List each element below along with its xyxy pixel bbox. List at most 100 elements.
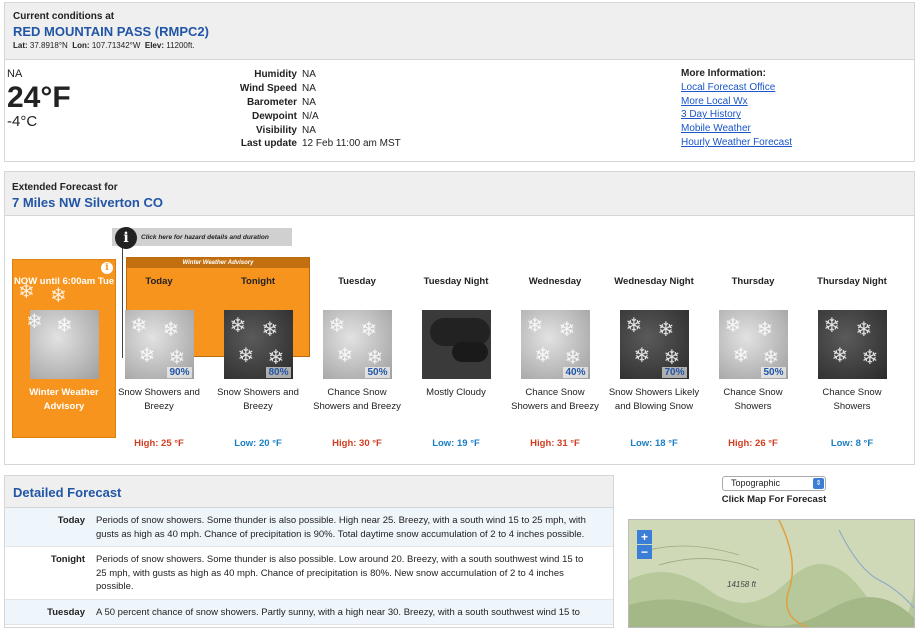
detail-row: Dewpoint N/A: [220, 109, 401, 123]
detail-row: Visibility NA: [220, 123, 401, 137]
more-info-link[interactable]: Hourly Weather Forecast: [681, 137, 792, 151]
current-conditions-header: Current conditions at RED MOUNTAIN PASS …: [5, 3, 914, 60]
hazard-details-label: Click here for hazard details and durati…: [141, 233, 269, 241]
forecast-period[interactable]: Today ❄ ❄ ❄ ❄ 90% Snow Showers and Breezy H…: [111, 276, 207, 449]
forecast-location: 7 Miles NW Silverton CO: [12, 195, 163, 210]
detailed-forecast-row: Tonight Periods of snow showers. Some thu…: [5, 547, 613, 600]
detail-value: NA: [302, 96, 316, 108]
precip-chance: 50%: [365, 367, 390, 378]
precip-chance: 90%: [167, 367, 192, 378]
detail-key: Last update: [240, 138, 297, 150]
detail-value: N/A: [302, 110, 319, 122]
snow-icon: ❄ ❄ ❄ ❄ 50%: [322, 310, 392, 379]
detailed-forecast-row: Today Periods of snow showers. Some thund…: [5, 508, 613, 547]
detail-row: Humidity NA: [220, 68, 401, 82]
more-info-link[interactable]: Mobile Weather: [681, 123, 792, 137]
detail-row: Barometer NA: [220, 96, 401, 110]
period-description: Snow Showers and Breezy: [217, 387, 299, 412]
forecast-period[interactable]: Thursday ❄ ❄ ❄ ❄ 50% Chance Snow Showers Hi…: [705, 276, 801, 449]
advisory-band-label: Winter Weather Advisory: [127, 258, 309, 268]
period-name: Tonight: [240, 276, 276, 287]
detailed-period-name: Tuesday: [47, 606, 85, 618]
period-description: Winter Weather Advisory: [29, 387, 99, 412]
forecast-period[interactable]: Wednesday Night ❄ ❄ ❄ ❄ 70% Snow Showers Li…: [606, 276, 702, 449]
current-condition-text: NA: [7, 68, 23, 80]
forecast-period[interactable]: Thursday Night ❄ ❄ ❄ ❄ Chance Snow Showers …: [804, 276, 900, 449]
map-terrain: [629, 520, 914, 627]
period-temperature: High: 26 °F: [728, 438, 778, 449]
snow-icon: ❄ ❄ ❄ ❄: [817, 310, 887, 379]
detailed-forecast-heading: Detailed Forecast: [5, 476, 613, 508]
period-description: Snow Showers Likely and Blowing Snow: [608, 387, 700, 412]
now-period[interactable]: NOW until 6:00am Tue ❄ ❄ ❄ ❄ Winter Weat…: [12, 276, 116, 413]
detailed-period-text: A 50 percent chance of snow showers. Par…: [96, 606, 580, 618]
period-description: Chance Snow Showers: [822, 387, 882, 412]
precip-chance: 50%: [761, 367, 786, 378]
period-temperature: High: 30 °F: [332, 438, 382, 449]
extended-forecast-header: Extended Forecast for 7 Miles NW Silvert…: [5, 172, 914, 216]
detail-key: Wind Speed: [239, 83, 297, 95]
period-name: Thursday: [731, 276, 775, 287]
more-info-link[interactable]: More Local Wx: [681, 96, 792, 110]
period-temperature: Low: 20 °F: [234, 438, 282, 449]
detailed-period-text: Periods of snow showers. Some thunder is…: [96, 554, 584, 592]
more-info-link[interactable]: Local Forecast Office: [681, 82, 792, 96]
period-name: Tuesday: [338, 276, 376, 287]
detail-value: 12 Feb 11:00 am MST: [302, 138, 401, 150]
detailed-forecast-panel: Detailed Forecast Today Periods of snow s…: [4, 475, 614, 628]
period-description: Chance Snow Showers and Breezy: [511, 387, 599, 412]
current-temp-c: -4°C: [7, 113, 38, 130]
period-name: Today: [145, 276, 173, 287]
detail-key: Humidity: [254, 69, 297, 81]
period-name: Wednesday: [528, 276, 582, 287]
detailed-period-name: Today: [57, 515, 85, 526]
period-name: Wednesday Night: [614, 276, 694, 287]
period-temperature: Low: 19 °F: [432, 438, 480, 449]
hazard-details-button[interactable]: i Click here for hazard details and dura…: [112, 226, 292, 249]
precip-chance: 80%: [266, 367, 291, 378]
detail-key: Visibility: [256, 124, 297, 136]
period-temperature: High: 31 °F: [530, 438, 580, 449]
snow-icon: ❄ ❄ ❄ ❄ 50%: [718, 310, 788, 379]
map-type-select[interactable]: Topographic ⇕: [722, 476, 826, 491]
forecast-map[interactable]: + − 14158 ft: [628, 519, 915, 628]
detail-key: Dewpoint: [252, 110, 297, 122]
forecast-period[interactable]: Wednesday ❄ ❄ ❄ ❄ 40% Chance Snow Showers a…: [507, 276, 603, 449]
current-details-table: Humidity NA Wind Speed NA Barometer NA Dewpoin…: [220, 68, 401, 151]
station-name: RED MOUNTAIN PASS (RMPC2): [13, 24, 209, 39]
detail-key: Barometer: [246, 96, 297, 108]
zoom-out-button[interactable]: −: [637, 545, 652, 559]
detailed-period-name: Tonight: [50, 554, 85, 565]
more-information-heading: More Information:: [681, 68, 766, 79]
period-description: Snow Showers and Breezy: [118, 387, 200, 412]
current-temp-f: 24°F: [7, 81, 71, 114]
period-description: Mostly Cloudy: [426, 387, 486, 398]
forecast-period[interactable]: Tonight ❄ ❄ ❄ ❄ 80% Snow Showers and Breezy…: [210, 276, 306, 449]
detail-row: Wind Speed NA: [220, 82, 401, 96]
detailed-forecast-row: Tuesday A 50 percent chance of snow showe…: [5, 599, 613, 625]
precip-chance: 40%: [563, 367, 588, 378]
period-temperature: High: 25 °F: [134, 438, 184, 449]
detail-row: Last update 12 Feb 11:00 am MST: [220, 137, 401, 151]
precip-chance: 70%: [662, 367, 687, 378]
period-temperature: Low: 8 °F: [830, 438, 874, 449]
snow-icon: ❄ ❄ ❄ ❄ 40%: [520, 310, 590, 379]
snow-icon: ❄ ❄ ❄ ❄ 70%: [619, 310, 689, 379]
snow-icon: ❄ ❄ ❄ ❄ 80%: [223, 310, 293, 379]
map-instruction: Click Map For Forecast: [721, 494, 827, 505]
current-summary: NA 24°F -4°C: [7, 68, 71, 129]
forecast-period[interactable]: Tuesday ❄ ❄ ❄ ❄ 50% Chance Snow Showers and…: [309, 276, 405, 449]
station-coordinates: Lat: 37.8918°N Lon: 107.71342°W Elev: 11…: [13, 41, 195, 50]
period-description: Chance Snow Showers: [723, 387, 783, 412]
night-cloud-icon: [421, 310, 491, 379]
snow-icon: ❄ ❄ ❄ ❄ 90%: [124, 310, 194, 379]
period-description: Chance Snow Showers and Breezy: [313, 387, 401, 412]
forecast-period[interactable]: Tuesday Night Mostly Cloudy Low: 19 °F: [408, 276, 504, 449]
more-information: More Information: Local Forecast Office M…: [681, 68, 792, 151]
detail-value: NA: [302, 124, 316, 136]
more-info-link[interactable]: 3 Day History: [681, 109, 792, 123]
info-icon[interactable]: i: [101, 262, 113, 274]
zoom-in-button[interactable]: +: [637, 530, 652, 544]
info-icon: i: [115, 226, 137, 249]
period-temperature: Low: 18 °F: [630, 438, 678, 449]
